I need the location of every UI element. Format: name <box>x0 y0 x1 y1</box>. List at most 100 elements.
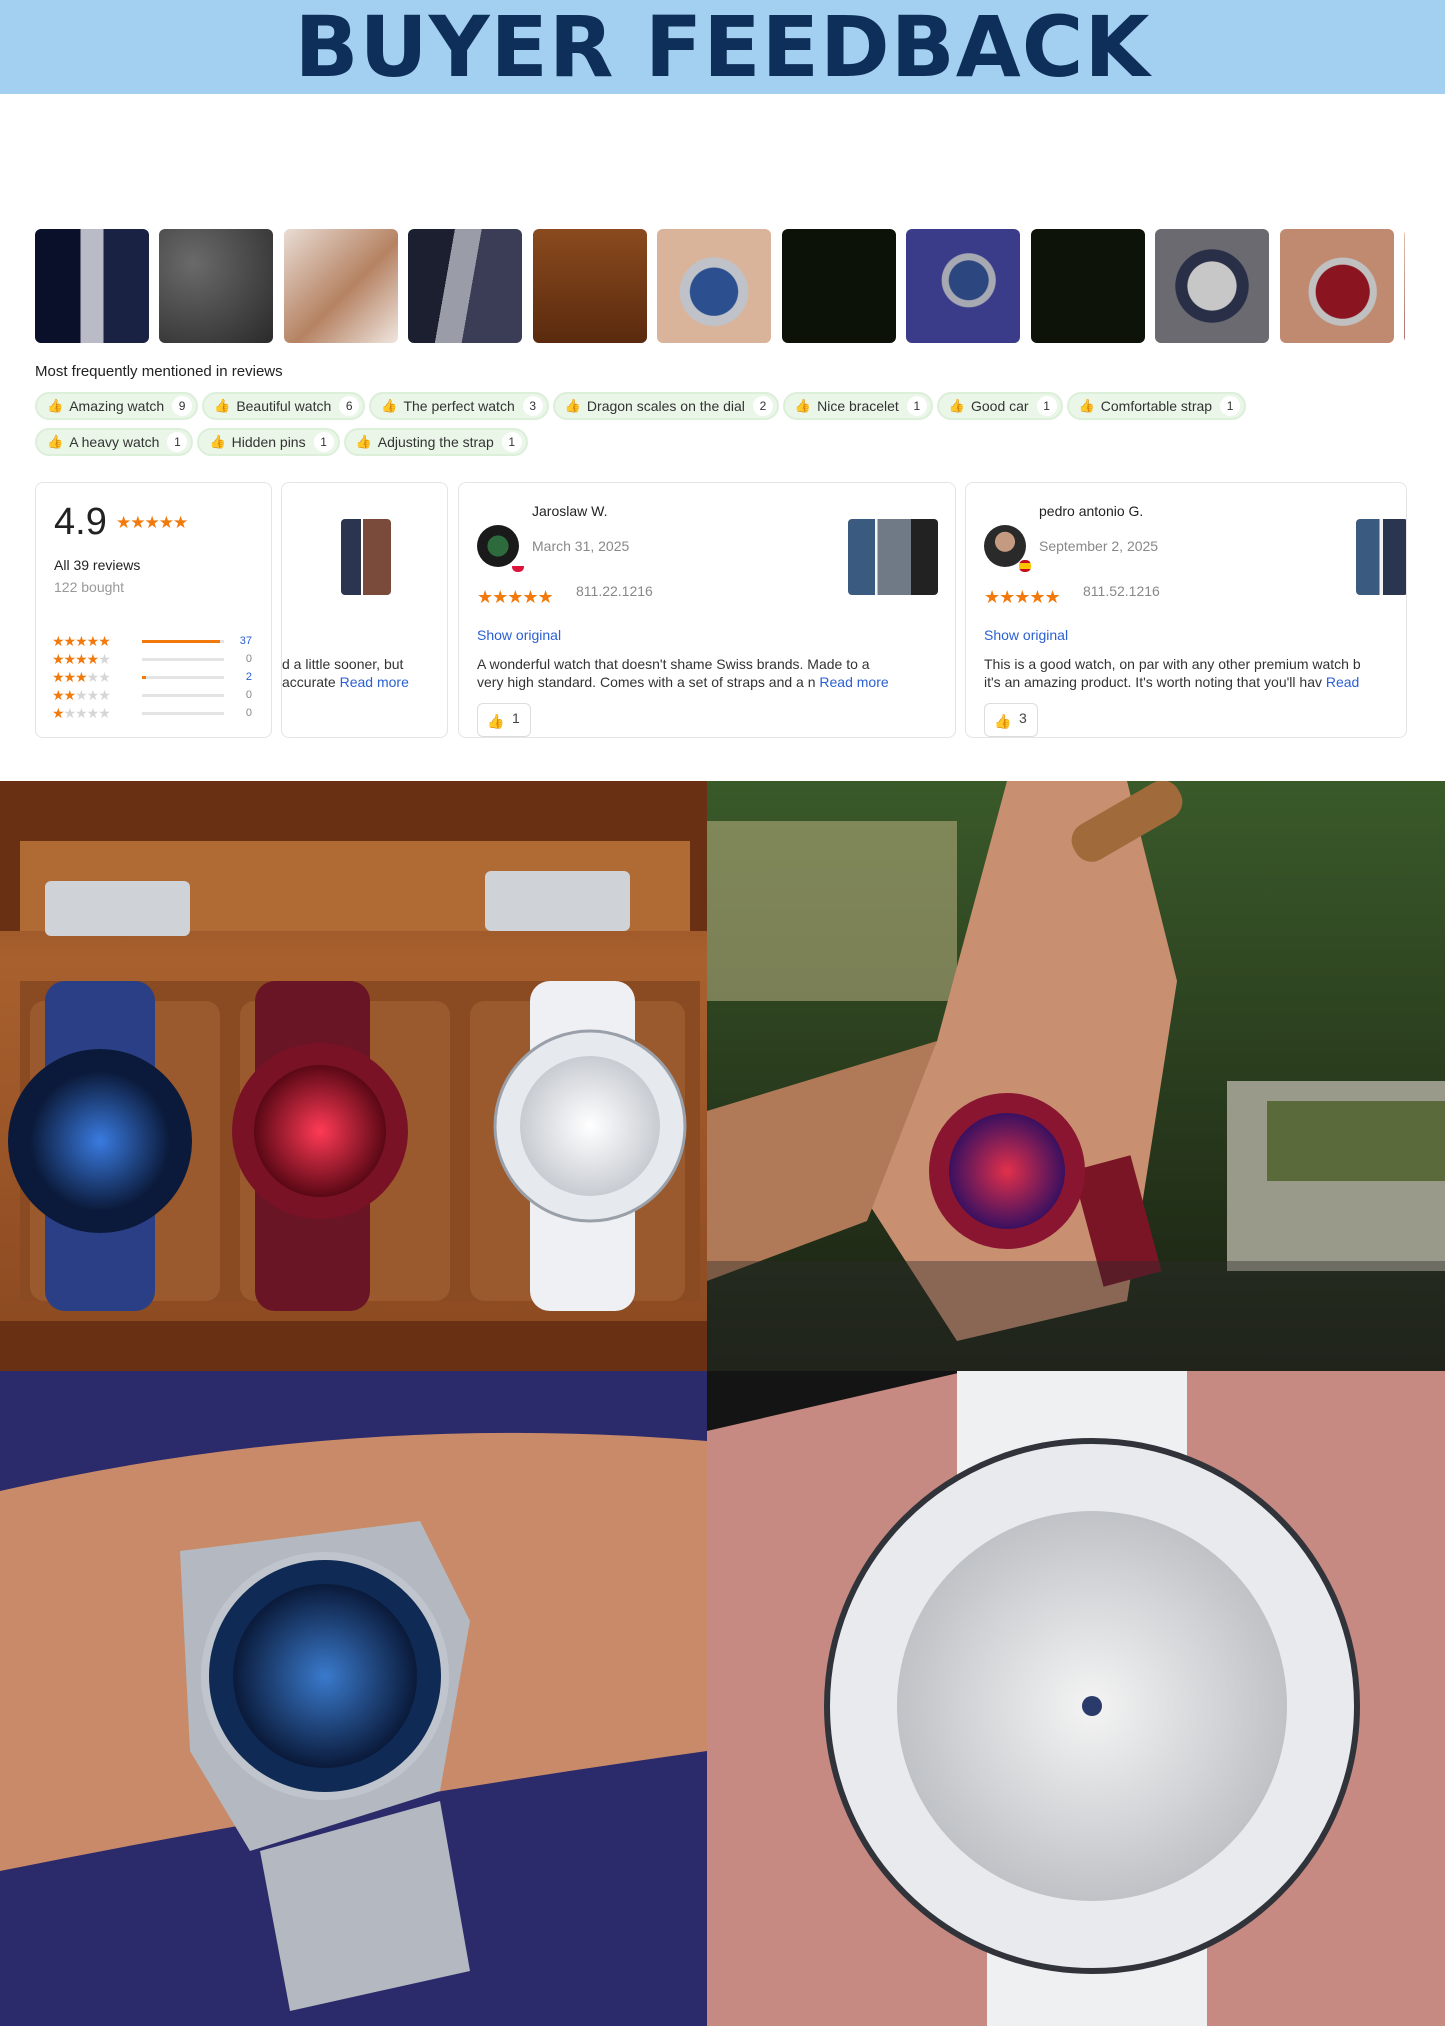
helpful-button[interactable]: 👍 3 <box>984 703 1038 737</box>
thumbs-up-icon: 👍 <box>994 713 1012 729</box>
mention-tag[interactable]: 👍 Hidden pins 1 <box>197 428 340 456</box>
flag-spain-icon <box>1018 559 1032 573</box>
photo-watch-box <box>0 781 707 1371</box>
banner-title: BUYER FEEDBACK <box>294 0 1151 96</box>
review-photo-10[interactable] <box>1155 229 1270 343</box>
rating-distribution-row[interactable]: ★★★★★ 0 <box>52 651 252 667</box>
helpful-count: 3 <box>1019 710 1027 726</box>
mention-tag-count: 1 <box>313 432 334 452</box>
review-photo-9[interactable] <box>1030 229 1145 343</box>
mention-tag[interactable]: 👍 Beautiful watch 6 <box>202 392 366 420</box>
mention-tag-label: Hidden pins <box>231 434 306 450</box>
mention-tag-count: 6 <box>339 396 360 416</box>
mention-tag-count: 1 <box>501 432 522 452</box>
review-photo-icon[interactable] <box>341 519 391 595</box>
thumbs-up-icon: 👍 <box>381 398 398 413</box>
review-photo-icon[interactable] <box>1356 519 1406 595</box>
mention-tag-label: Beautiful watch <box>236 398 332 414</box>
review-photo-3[interactable] <box>283 229 398 343</box>
review-sku: 811.52.1216 <box>1083 583 1160 599</box>
rating-count: 0 <box>245 689 252 701</box>
mention-tag-count: 1 <box>1036 396 1057 416</box>
review-text-line: accurate <box>282 674 336 690</box>
review-text-line: This is a good watch, on par with any ot… <box>984 656 1361 672</box>
mention-tags: 👍 Amazing watch 9 👍 Beautiful watch 6 👍 The per… <box>35 392 1415 464</box>
thumbs-up-icon: 👍 <box>47 398 64 413</box>
mention-tag[interactable]: 👍 A heavy watch 1 <box>35 428 194 456</box>
show-original-link[interactable]: Show original <box>984 627 1068 643</box>
review-photo-12[interactable] <box>1403 229 1405 343</box>
helpful-count: 1 <box>512 710 520 726</box>
review-photo-2[interactable] <box>159 229 274 343</box>
review-card-partial: d a little sooner, but accurate Read mor… <box>281 482 448 738</box>
review-text-line: A wonderful watch that doesn't shame Swi… <box>477 656 870 672</box>
rating-stars-icon: ★★★★★ <box>52 704 111 721</box>
rating-stars-icon: ★★★★★ <box>52 686 111 703</box>
thumbs-up-icon: 👍 <box>794 398 812 413</box>
rating-distribution-row[interactable]: ★★★★★ 0 <box>52 705 252 721</box>
reviewer-name: pedro antonio G. <box>1039 503 1144 519</box>
thumbs-up-icon: 👍 <box>1078 398 1095 413</box>
mention-tag[interactable]: 👍 Comfortable strap 1 <box>1066 392 1247 420</box>
mention-tag-label: Adjusting the strap <box>377 434 494 450</box>
rating-count: 2 <box>245 671 252 683</box>
review-photo-11[interactable] <box>1279 229 1394 343</box>
average-score: 4.9 <box>54 501 107 543</box>
review-photo-8[interactable] <box>906 229 1021 343</box>
rating-distribution-row[interactable]: ★★★★★ 37 <box>52 633 252 649</box>
thumbs-up-icon: 👍 <box>948 398 965 413</box>
rating-distribution-row[interactable]: ★★★★★ 2 <box>52 669 252 685</box>
review-stars-icon: ★★★★★ <box>984 587 1061 607</box>
thumbs-up-icon: 👍 <box>355 434 372 449</box>
rating-bar <box>142 693 224 697</box>
mention-tag-label: Good car <box>971 398 1029 414</box>
review-text-line: it's an amazing product. It's worth noti… <box>984 674 1322 690</box>
mention-tag[interactable]: 👍 The perfect watch 3 <box>369 392 549 420</box>
photo-hand-white-watch <box>707 1371 1445 2026</box>
review-photo-4[interactable] <box>408 229 523 343</box>
all-reviews-link[interactable]: All 39 reviews <box>54 557 140 573</box>
review-date: September 2, 2025 <box>1039 538 1159 554</box>
show-original-link[interactable]: Show original <box>477 627 561 643</box>
review-photo-1[interactable] <box>35 229 149 343</box>
review-card: Jaroslaw W. March 31, 2025 ★★★★★ 811.22.… <box>458 482 956 738</box>
thumbs-up-icon: 👍 <box>214 398 231 413</box>
mention-tag-count: 9 <box>172 396 193 416</box>
mention-tag[interactable]: 👍 Amazing watch 9 <box>35 392 199 420</box>
mention-tag[interactable]: 👍 Dragon scales on the dial 2 <box>552 392 779 420</box>
mention-tag-label: A heavy watch <box>69 434 160 450</box>
review-photo-strip[interactable] <box>35 229 1405 344</box>
review-photo-7[interactable] <box>781 229 896 343</box>
rating-stars-icon: ★★★★★ <box>52 632 111 649</box>
rating-distribution-row[interactable]: ★★★★★ 0 <box>52 687 252 703</box>
read-more-link[interactable]: Read more <box>340 674 409 690</box>
mention-tag[interactable]: 👍 Good car 1 <box>936 392 1063 420</box>
mention-tag[interactable]: 👍 Nice bracelet 1 <box>782 392 933 420</box>
read-more-link[interactable]: Read <box>1326 674 1359 690</box>
mention-tag-label: The perfect watch <box>403 398 515 414</box>
mention-tag-count: 1 <box>906 396 927 416</box>
banner: BUYER FEEDBACK <box>0 0 1445 94</box>
mention-tag-count: 1 <box>167 432 188 452</box>
thumbs-up-icon: 👍 <box>47 434 64 449</box>
review-stars-icon: ★★★★★ <box>477 587 554 607</box>
mention-tag-label: Nice bracelet <box>817 398 899 414</box>
reviewer-name: Jaroslaw W. <box>532 503 608 519</box>
review-photo-5[interactable] <box>532 229 647 343</box>
flag-poland-icon <box>511 559 525 573</box>
rating-bar <box>142 711 224 715</box>
rating-bar-fill <box>142 675 147 679</box>
review-photo-icon[interactable] <box>848 519 938 595</box>
review-text-line: very high standard. Comes with a set of … <box>477 674 816 690</box>
mention-tag[interactable]: 👍 Adjusting the strap 1 <box>343 428 528 456</box>
rating-summary-card: 4.9 ★★★★★ All 39 reviews 122 bought ★★★★… <box>35 482 272 738</box>
photo-wrist-blue-watch <box>0 1371 707 2026</box>
mention-tag-count: 1 <box>1220 396 1241 416</box>
review-text-line: d a little sooner, but <box>282 656 404 672</box>
mention-tag-count: 3 <box>522 396 543 416</box>
read-more-link[interactable]: Read more <box>819 674 888 690</box>
helpful-button[interactable]: 👍 1 <box>477 703 531 737</box>
review-photo-6[interactable] <box>657 229 772 343</box>
rating-count: 0 <box>245 653 252 665</box>
rating-count: 0 <box>245 707 252 719</box>
